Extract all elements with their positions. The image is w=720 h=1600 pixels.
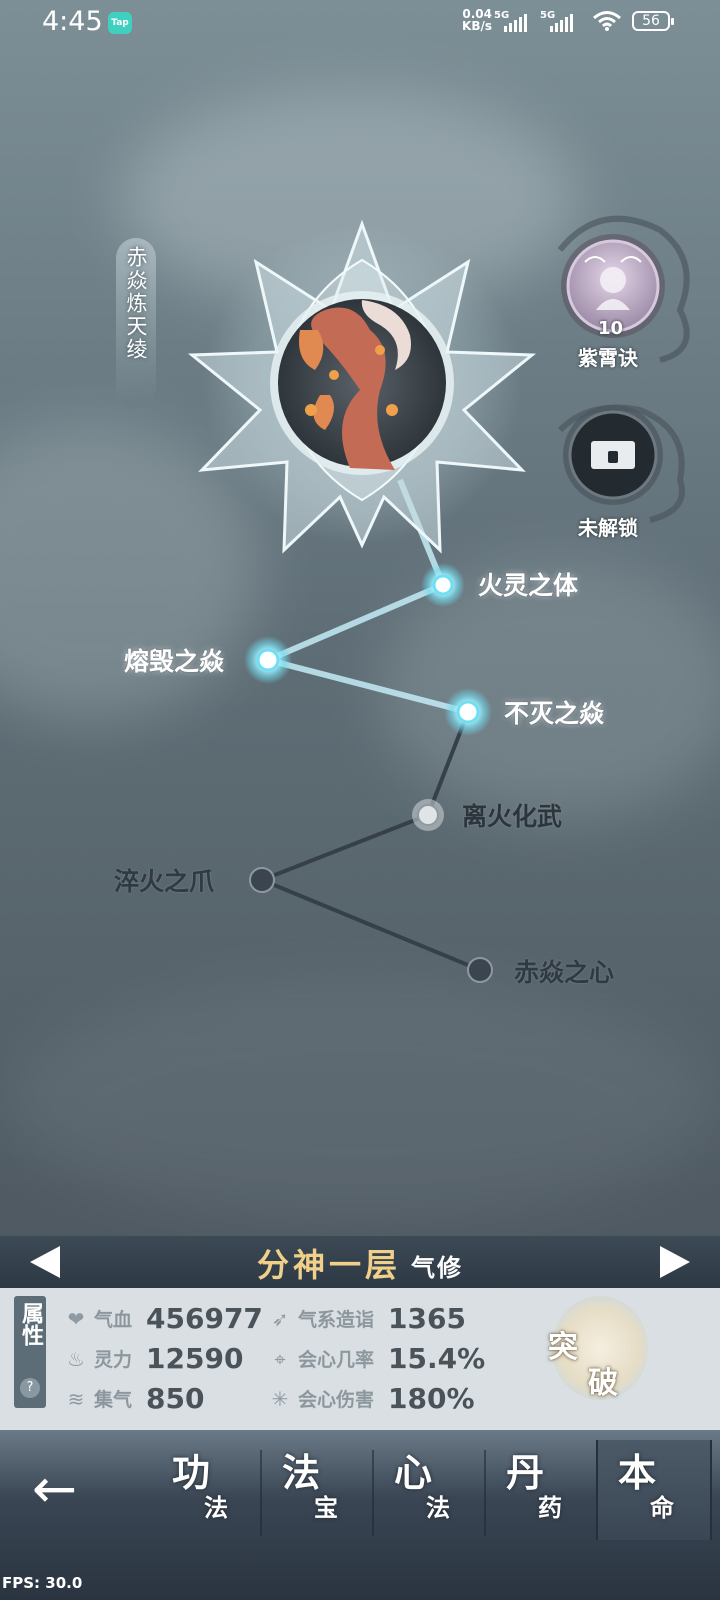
back-arrow-icon[interactable]: ← — [32, 1462, 77, 1516]
realm-title: 分神一层 气修 — [0, 1240, 720, 1286]
skill-node-glow-1[interactable] — [421, 563, 465, 607]
tab-danyao-small: 药 — [538, 1494, 562, 1522]
stat-hp-value: 456977 — [146, 1302, 263, 1335]
breakthrough-char-1: 突 — [548, 1330, 578, 1365]
stat-gather-value: 850 — [146, 1382, 205, 1415]
stat-sp-value: 12590 — [146, 1342, 244, 1375]
stat-hp-label: 气血 — [94, 1309, 133, 1331]
tab-fabao[interactable]: 法 宝 — [262, 1440, 374, 1540]
fps-counter: FPS: 30.0 — [2, 1574, 83, 1592]
stat-crit-label: 会心几率 — [298, 1349, 375, 1371]
stat-sp: ♨ 灵力 12590 — [64, 1342, 243, 1375]
realm-name: 分神一层 — [256, 1246, 401, 1284]
swirl-icon: ≋ — [67, 1386, 85, 1411]
attributes-tab-label: 属性 — [18, 1302, 43, 1346]
skill-node-label-1[interactable]: 火灵之体 — [478, 566, 578, 602]
skill-node-glow-2[interactable] — [244, 636, 292, 684]
tab-gongfa-small: 法 — [204, 1494, 228, 1522]
stat-hp: ❤ 气血 456977 — [64, 1302, 263, 1335]
skill-tree-links — [261, 478, 481, 972]
slot2-lock-emblem[interactable] — [557, 404, 685, 523]
tab-benming[interactable]: 本 命 — [596, 1440, 712, 1540]
crosshair-icon: ⌖ — [274, 1346, 286, 1371]
skill-node-label-6[interactable]: 赤焱之心 — [514, 953, 614, 989]
help-icon[interactable]: ? — [20, 1378, 40, 1398]
wind-slash-icon: ➶ — [271, 1306, 289, 1331]
stat-crit-value: 15.4% — [388, 1342, 486, 1375]
tab-fabao-small: 宝 — [314, 1494, 338, 1522]
stat-critdmg-label: 会心伤害 — [298, 1389, 375, 1411]
stat-gather: ≋ 集气 850 — [64, 1382, 205, 1415]
breakthrough-char-2: 破 — [588, 1366, 618, 1401]
slot1-level: 10 — [598, 318, 624, 339]
skill-node-label-2[interactable]: 熔毁之焱 — [124, 642, 224, 678]
stat-qi-value: 1365 — [388, 1302, 466, 1335]
skill-node-label-3[interactable]: 不灭之焱 — [504, 694, 604, 730]
skill-node-locked-5[interactable] — [249, 867, 275, 893]
stat-qi: ➶ 气系造诣 1365 — [268, 1302, 466, 1335]
burst-icon: ✳ — [271, 1386, 289, 1411]
skill-node-locked-6[interactable] — [467, 957, 493, 983]
stat-critdmg-value: 180% — [388, 1382, 475, 1415]
stat-gather-label: 集气 — [94, 1389, 133, 1411]
tab-gongfa[interactable]: 功 法 — [152, 1440, 264, 1540]
stat-critdmg: ✳ 会心伤害 180% — [268, 1382, 475, 1415]
stat-qi-label: 气系造诣 — [298, 1309, 375, 1331]
slot1-name[interactable]: 紫霄诀 — [578, 342, 638, 371]
skill-node-label-5[interactable]: 淬火之爪 — [114, 862, 214, 898]
skill-node-label-4[interactable]: 离火化武 — [462, 797, 562, 833]
flame-drop-icon: ♨ — [67, 1346, 85, 1371]
realm-type: 气修 — [411, 1254, 463, 1282]
skill-node-glow-3[interactable] — [444, 688, 492, 736]
heart-icon: ❤ — [67, 1306, 85, 1331]
slot1-emblem[interactable] — [557, 215, 690, 363]
skill-tree-canvas — [187, 215, 690, 983]
core-skill-emblem[interactable] — [187, 219, 537, 554]
tab-benming-small: 命 — [650, 1494, 674, 1522]
tab-xinfa-small: 法 — [426, 1494, 450, 1522]
stat-crit: ⌖ 会心几率 15.4% — [268, 1342, 485, 1375]
tab-danyao[interactable]: 丹 药 — [486, 1440, 598, 1540]
stat-sp-label: 灵力 — [94, 1349, 133, 1371]
tab-xinfa[interactable]: 心 法 — [374, 1440, 486, 1540]
skill-node-half-4[interactable] — [412, 799, 444, 831]
slot2-name[interactable]: 未解锁 — [578, 512, 638, 541]
